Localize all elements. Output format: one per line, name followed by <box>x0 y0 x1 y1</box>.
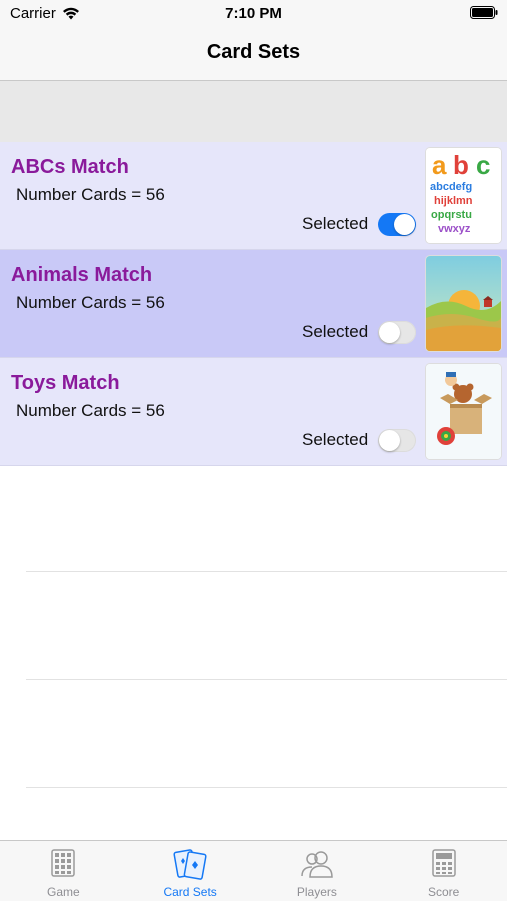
selected-toggle[interactable] <box>378 429 416 452</box>
svg-text:c: c <box>476 150 490 180</box>
svg-text:a: a <box>432 150 447 180</box>
tab-label: Game <box>47 885 80 899</box>
status-bar: Carrier 7:10 PM <box>0 0 507 28</box>
tab-label: Score <box>427 885 460 899</box>
toy-box-thumbnail-image <box>426 364 501 459</box>
tab-label: Card Sets <box>163 885 217 899</box>
empty-row-divider <box>26 571 507 572</box>
card-set-row-animals[interactable]: Animals Match Number Cards = 56 Selected <box>0 250 507 358</box>
tab-card-sets[interactable]: Card Sets <box>127 841 254 901</box>
farm-landscape-thumbnail-image <box>426 256 501 351</box>
svg-text:abcdefg: abcdefg <box>430 181 472 193</box>
page-title: Card Sets <box>206 41 301 63</box>
table-header-spacer <box>0 81 507 142</box>
svg-text:opqrstu: opqrstu <box>431 209 472 221</box>
tab-score[interactable]: Score <box>380 841 507 901</box>
selected-toggle[interactable] <box>378 321 416 344</box>
card-set-title: Animals Match <box>11 264 153 286</box>
selected-label: Selected <box>302 322 369 341</box>
svg-text:hijklmn: hijklmn <box>434 195 473 207</box>
calculator-icon <box>431 849 456 877</box>
abcs-thumbnail-image: a b c abcdefg hijklmn opqrstu vwxyz <box>426 148 501 243</box>
navigation-bar: Card Sets <box>0 28 507 81</box>
cards-icon <box>173 849 207 880</box>
card-set-title: ABCs Match <box>11 156 129 178</box>
svg-text:b: b <box>453 150 469 180</box>
tab-game[interactable]: Game <box>0 841 127 901</box>
card-set-count: Number Cards = 56 <box>16 185 165 204</box>
battery-icon <box>470 6 498 19</box>
status-time: 7:10 PM <box>225 5 282 22</box>
people-icon <box>301 851 333 878</box>
selected-label: Selected <box>302 430 369 449</box>
calculator-grid-icon <box>51 849 76 877</box>
selected-label: Selected <box>302 214 369 233</box>
tab-bar: Game Card Sets Players Score <box>0 840 507 901</box>
card-set-title: Toys Match <box>11 372 120 394</box>
card-set-row-abcs[interactable]: ABCs Match Number Cards = 56 Selected a … <box>0 142 507 250</box>
empty-row-divider <box>26 787 507 788</box>
empty-row-divider <box>26 679 507 680</box>
tab-label: Players <box>296 885 337 899</box>
tab-players[interactable]: Players <box>254 841 381 901</box>
card-set-count: Number Cards = 56 <box>16 401 165 420</box>
card-set-row-toys[interactable]: Toys Match Number Cards = 56 Selected <box>0 358 507 466</box>
card-set-count: Number Cards = 56 <box>16 293 165 312</box>
svg-text:vwxyz: vwxyz <box>438 223 471 235</box>
selected-toggle[interactable] <box>378 213 416 236</box>
